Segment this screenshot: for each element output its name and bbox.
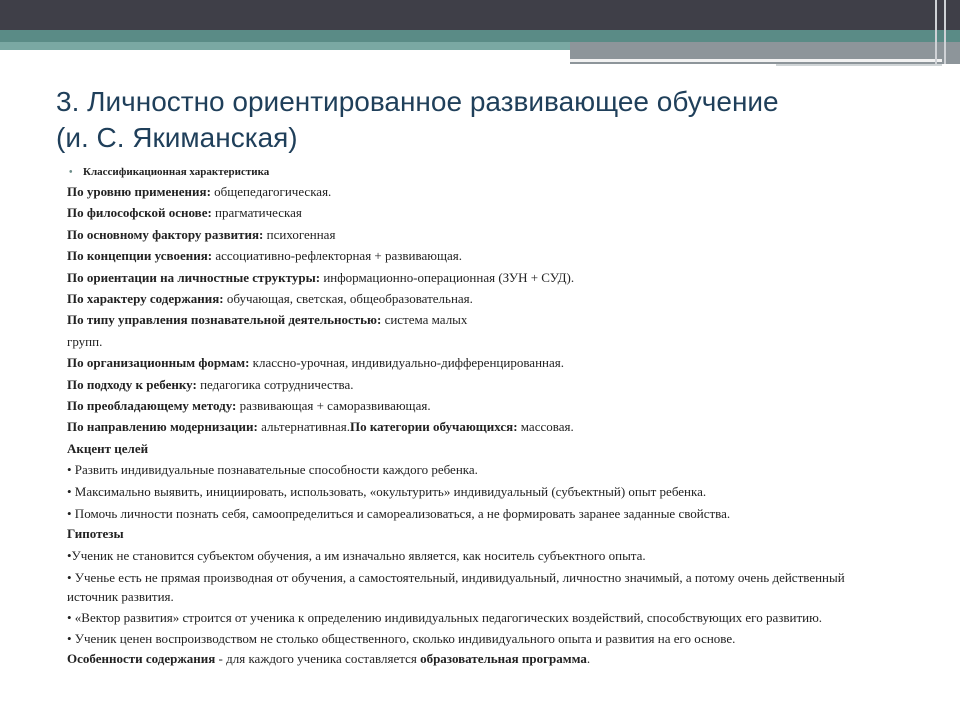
list-item: По философской основе: прагматическая xyxy=(67,202,887,223)
list-item: По преобладающему методу: развивающая + … xyxy=(67,395,887,416)
row-label: По уровню применения: xyxy=(67,184,211,199)
row-value: развивающая + саморазвивающая. xyxy=(236,398,431,414)
slide-content: • Классификационная характеристика По ур… xyxy=(67,164,887,669)
row-label: По типу управления познавательной деятел… xyxy=(67,312,382,328)
list-item: • Максимально выявить, инициировать, исп… xyxy=(67,483,707,499)
row-value: альтернативная. xyxy=(257,419,351,435)
row-value: педагогика сотрудничества. xyxy=(196,376,354,392)
header-dark-bar xyxy=(0,0,960,30)
row-label: По характеру содержания: xyxy=(67,291,224,307)
classification-heading: • Классификационная характеристика xyxy=(69,164,887,181)
classification-heading-text: Классификационная характеристика xyxy=(83,166,270,178)
list-item: По подходу к ребенку: педагогика сотрудн… xyxy=(67,374,887,395)
header-white-line xyxy=(570,59,942,62)
content-features: Особенности содержания - для каждого уче… xyxy=(67,648,887,669)
list-item: • Ученик ценен воспроизводством не столь… xyxy=(67,630,736,646)
slide-title: 3. Личностно ориентированное развивающее… xyxy=(56,84,916,156)
goals-heading-text: Акцент целей xyxy=(67,440,149,456)
list-item: По концепции усвоения: ассоциативно-рефл… xyxy=(67,245,887,266)
row-value: прагматическая xyxy=(211,205,302,221)
row-value: классно-урочная, индивидуально-дифференц… xyxy=(249,355,564,371)
row-label: По подходу к ребенку: xyxy=(67,376,197,392)
list-item: По типу управления познавательной деятел… xyxy=(67,309,887,330)
list-item: • Помочь личности познать себя, самоопре… xyxy=(67,506,731,522)
features-label: Особенности содержания xyxy=(67,650,216,666)
bullet-icon: • xyxy=(69,167,73,178)
list-item: • Ученье есть не прямая производная от о… xyxy=(67,569,845,604)
list-item: По ориентации на личностные структуры: и… xyxy=(67,267,887,288)
row-label: По категории обучающихся: xyxy=(350,419,518,435)
header-teal-bar xyxy=(0,30,960,42)
row-value: психогенная xyxy=(263,226,336,242)
row-label: По преобладающему методу: xyxy=(67,398,237,414)
row-label: По направлению модернизации: xyxy=(67,419,258,435)
list-item: •Ученик не становится субъектом обучения… xyxy=(67,547,646,563)
features-value: - для каждого ученика составляется xyxy=(215,650,421,666)
title-line-1: 3. Личностно ориентированное развивающее… xyxy=(56,86,779,117)
row-value: ассоциативно-рефлекторная + развивающая. xyxy=(212,248,462,264)
header-vertical-line xyxy=(935,0,937,64)
row-label: По концепции усвоения: xyxy=(67,248,213,264)
row-value: система малых xyxy=(381,312,468,328)
list-item: По уровню применения: общепедагогическая… xyxy=(67,181,887,202)
list-item: • «Вектор развития» строится от ученика … xyxy=(67,609,823,625)
list-item: По основному фактору развития: психогенн… xyxy=(67,224,887,245)
header-teal-strip xyxy=(0,42,570,50)
features-label-2: образовательная программа xyxy=(420,650,587,666)
list-item-continuation: групп. xyxy=(67,333,103,349)
hypotheses-heading-text: Гипотезы xyxy=(67,526,124,542)
header-vertical-line xyxy=(944,0,946,64)
row-value: массовая. xyxy=(517,419,574,435)
row-value: общепедагогическая. xyxy=(210,184,332,199)
row-label: По философской основе: xyxy=(67,205,212,221)
list-item: • Развить индивидуальные познавательные … xyxy=(67,462,478,478)
hypotheses-heading: Гипотезы xyxy=(67,523,887,544)
row-value: обучающая, светская, общеобразовательная… xyxy=(223,291,473,307)
header-grey-line xyxy=(776,64,942,66)
list-item: По характеру содержания: обучающая, свет… xyxy=(67,288,887,309)
goals-heading: Акцент целей xyxy=(67,438,887,459)
features-value-2: . xyxy=(586,650,591,666)
list-item: По организационным формам: классно-урочн… xyxy=(67,352,887,373)
row-label: По основному фактору развития: xyxy=(67,226,264,242)
row-label: По организационным формам: xyxy=(67,355,250,371)
list-item: По направлению модернизации: альтернатив… xyxy=(67,416,887,437)
row-label: По ориентации на личностные структуры: xyxy=(67,269,321,285)
title-line-2: (и. С. Якиманская) xyxy=(56,122,298,153)
row-value: информационно-операционная (ЗУН + СУД). xyxy=(320,269,575,285)
